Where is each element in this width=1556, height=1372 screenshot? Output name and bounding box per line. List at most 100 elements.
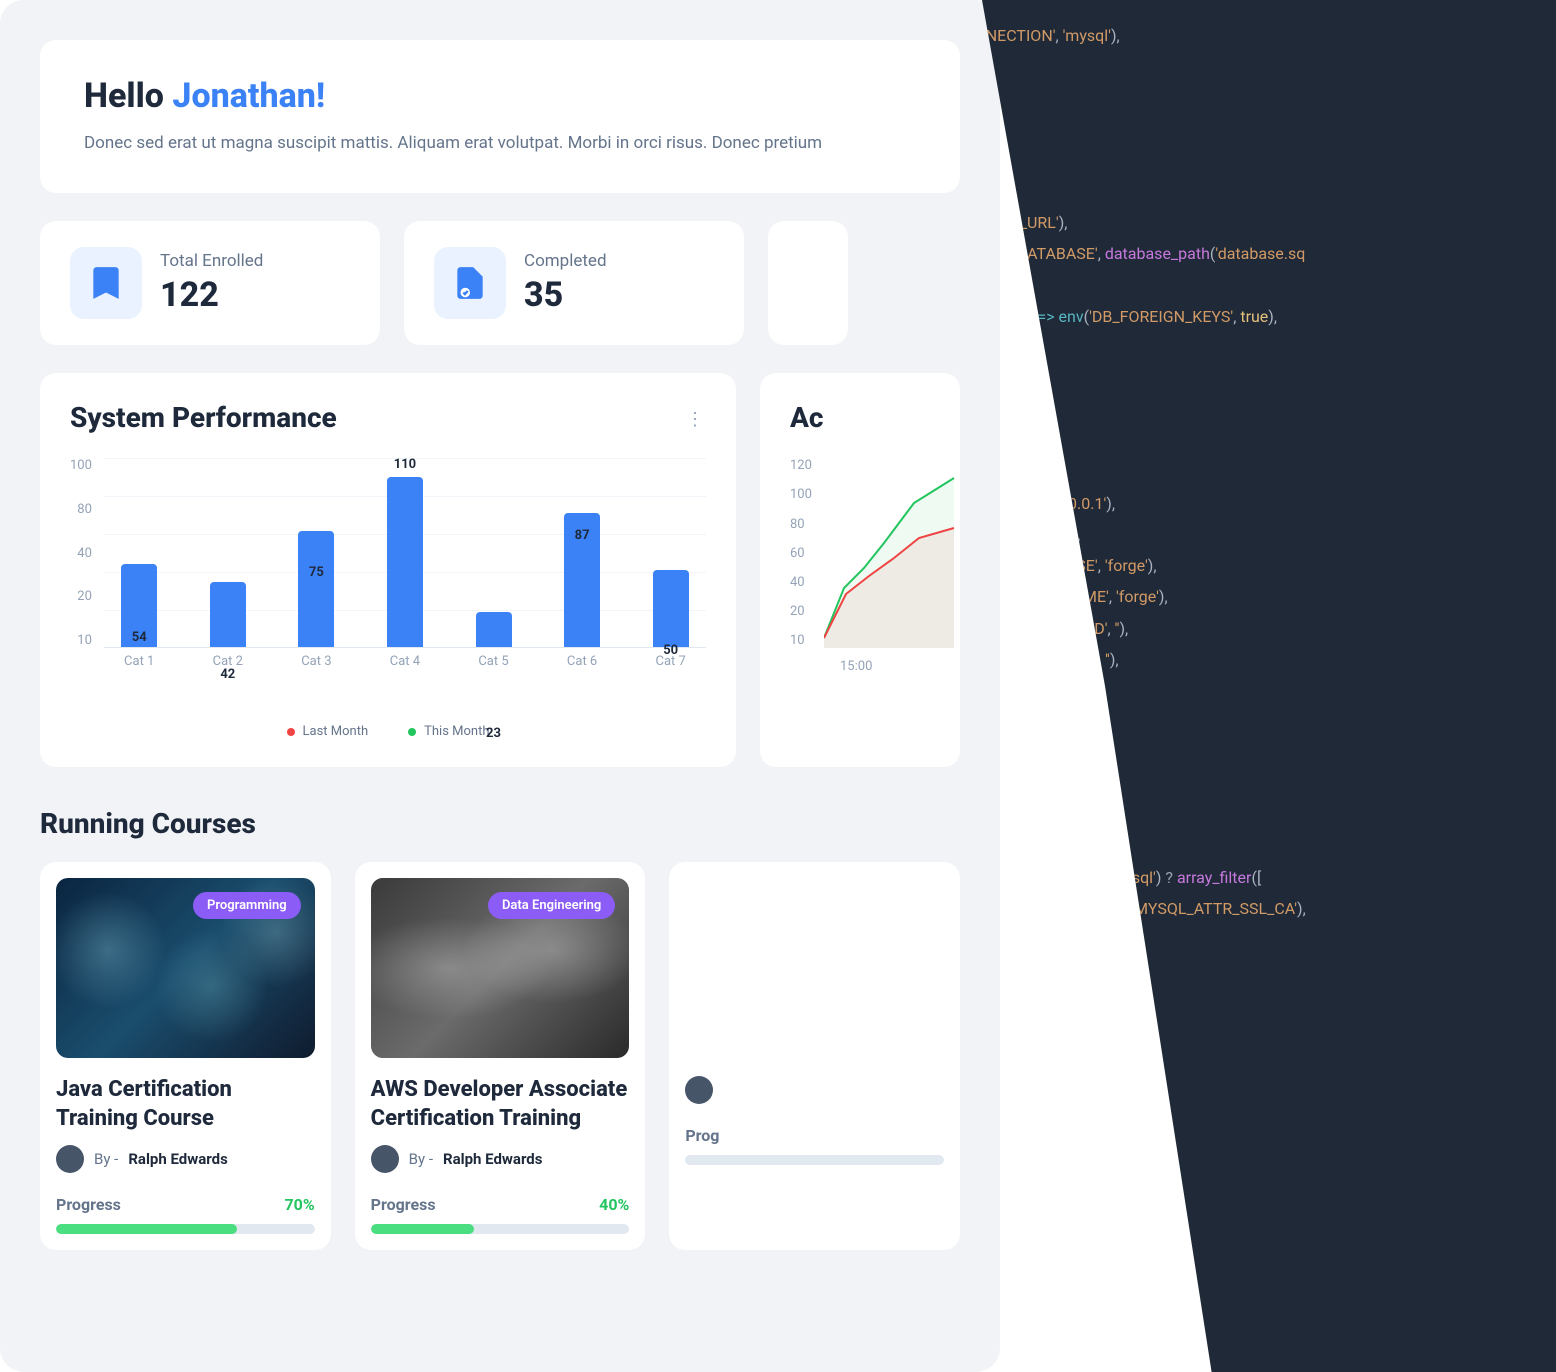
y-axis: 10080402010 [70,458,104,648]
progress-row: Progress 40% [371,1195,630,1214]
bar-category: Cat 7 [656,654,686,669]
performance-title: System Performance [70,401,706,434]
y-tick: 10 [70,633,92,648]
user-name: Jonathan! [172,76,325,116]
y-tick: 20 [790,604,812,619]
completed-value: 35 [524,275,607,315]
progress-row: Progress 70% [56,1195,315,1214]
bar [210,582,246,647]
stats-row: Total Enrolled 122 Completed 35 [40,221,960,345]
legend-this-month: This Month [408,724,489,739]
bar [387,477,423,647]
by-text: By - [94,1150,118,1168]
course-card[interactable]: Prog [669,862,960,1250]
line-chart: 120 100 80 60 40 20 10 15:00 [790,458,930,688]
avatar [685,1076,713,1104]
completed-label: Completed [524,251,607,271]
course-badge: Programming [193,892,301,919]
y-tick: 80 [70,502,92,517]
y-tick: 100 [790,487,812,502]
y-tick: 40 [70,546,92,561]
activity-y-axis: 120 100 80 60 40 20 10 [790,458,812,648]
bar-chart: 10080402010 54Cat 142Cat 275Cat 3110Cat … [70,458,706,688]
course-badge: Data Engineering [488,892,615,919]
running-courses-title: Running Courses [40,807,960,840]
y-tick: 80 [790,517,812,532]
bar-column[interactable]: 54Cat 1 [104,564,175,647]
progress-bar [56,1224,315,1234]
bar-column[interactable]: 50Cat 7 [635,570,706,647]
hero-greeting: Hello Jonathan! [84,76,916,116]
y-tick: 60 [790,546,812,561]
legend-last-month: Last Month [287,724,369,739]
progress-pct: 70% [284,1195,314,1214]
bar [476,612,512,648]
chart-legend: Last Month This Month [70,724,706,739]
enrolled-card[interactable]: Total Enrolled 122 [40,221,380,345]
hero-card: Hello Jonathan! Donec sed erat ut magna … [40,40,960,193]
file-check-icon [434,247,506,319]
activity-title: Ac [790,401,930,434]
greeting-text: Hello [84,76,172,116]
course-row: Programming Java Certification Training … [40,862,960,1250]
bar-value: 87 [575,528,590,543]
bar-category: Cat 4 [390,654,420,669]
stat-card-overflow[interactable] [768,221,848,345]
course-title: AWS Developer Associate Certification Tr… [371,1076,630,1133]
bar-value: 23 [486,726,501,741]
course-image: Data Engineering [371,878,630,1058]
progress-fill [56,1224,237,1234]
progress-label: Progress [371,1195,436,1214]
y-tick: 100 [70,458,92,473]
bars-area: 54Cat 1 42Cat 2 75Cat 3 110Cat 4 23Cat 5 87Ca… [104,458,706,648]
bar-column[interactable]: 87Cat 6 [547,513,618,647]
progress-bar [371,1224,630,1234]
progress-bar [685,1155,944,1165]
bar [653,570,689,647]
y-tick: 40 [790,575,812,590]
bar-column[interactable]: 23Cat 5 [458,612,529,648]
progress-label: Progress [56,1195,121,1214]
bar-category: Cat 1 [124,654,154,669]
bar-value: 54 [132,630,147,645]
performance-chart-card: System Performance ⋮ 10080402010 54Cat 1… [40,373,736,767]
author-name: Ralph Edwards [128,1150,227,1168]
line-svg [824,458,960,648]
course-title: Java Certification Training Course [56,1076,315,1133]
bar-column[interactable]: 75Cat 3 [281,531,352,647]
bar-column[interactable]: 110Cat 4 [370,477,441,647]
course-author [685,1076,944,1104]
progress-label: Prog [685,1126,719,1145]
course-author: By - Ralph Edwards [371,1145,630,1173]
bar-value: 110 [394,457,416,472]
bar-category: Cat 3 [301,654,331,669]
bar-category: Cat 2 [213,654,243,669]
y-tick: 120 [790,458,812,473]
bar [298,531,334,647]
course-image [685,878,944,1058]
course-author: By - Ralph Edwards [56,1145,315,1173]
author-name: Ralph Edwards [443,1150,542,1168]
course-card[interactable]: Programming Java Certification Training … [40,862,331,1250]
progress-fill [371,1224,474,1234]
charts-row: System Performance ⋮ 10080402010 54Cat 1… [40,373,960,767]
y-tick: 10 [790,633,812,648]
progress-row: Prog [685,1126,944,1145]
bar-column[interactable]: 42Cat 2 [193,582,264,647]
avatar [371,1145,399,1173]
chart-menu-icon[interactable]: ⋮ [686,409,706,430]
by-text: By - [409,1150,433,1168]
dashboard-panel: Hello Jonathan! Donec sed erat ut magna … [0,0,1000,1372]
course-image: Programming [56,878,315,1058]
completed-card[interactable]: Completed 35 [404,221,744,345]
course-card[interactable]: Data Engineering AWS Developer Associate… [355,862,646,1250]
bar-category: Cat 5 [478,654,508,669]
progress-pct: 40% [599,1195,629,1214]
enrolled-label: Total Enrolled [160,251,263,271]
hero-subtitle: Donec sed erat ut magna suscipit mattis.… [84,130,916,157]
bar-value: 75 [309,565,324,580]
activity-chart-card: Ac 120 100 80 60 40 20 10 15:00 [760,373,960,767]
activity-x-tick: 15:00 [840,659,872,674]
bookmark-icon [70,247,142,319]
bar-category: Cat 6 [567,654,597,669]
